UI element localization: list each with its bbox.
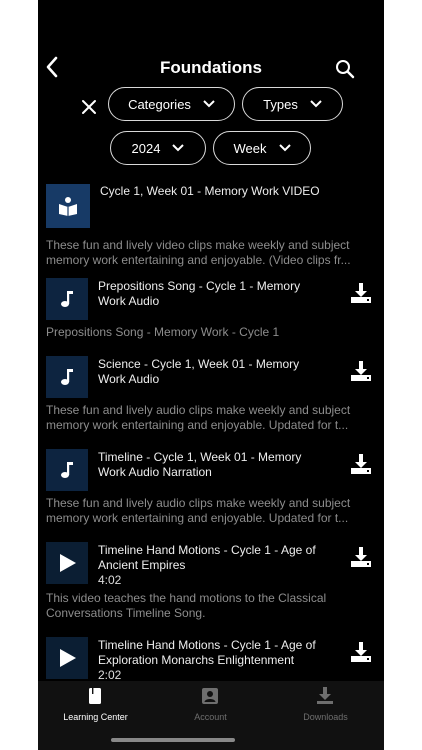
item-description: memory work entertaining and enjoyable. … bbox=[46, 418, 349, 432]
item-title: Timeline - Cycle 1, Week 01 - Memory Work… bbox=[98, 450, 302, 479]
list-item[interactable]: Science - Cycle 1, Week 01 - Memory Work … bbox=[46, 356, 376, 434]
item-title: Timeline Hand Motions - Cycle 1 - Age of… bbox=[98, 638, 316, 667]
item-description: memory work entertaining and enjoyable. … bbox=[46, 253, 351, 267]
year-filter[interactable]: 2024 bbox=[110, 131, 206, 165]
item-thumbnail bbox=[46, 184, 90, 228]
item-thumbnail bbox=[46, 356, 88, 398]
item-description: These fun and lively video clips make we… bbox=[46, 238, 350, 252]
page-title: Foundations bbox=[160, 58, 262, 77]
music-note-icon bbox=[61, 369, 73, 385]
item-thumbnail bbox=[46, 542, 88, 584]
item-thumbnail bbox=[46, 637, 88, 679]
download-icon[interactable] bbox=[350, 453, 372, 475]
item-description: Prepositions Song - Memory Work - Cycle … bbox=[46, 325, 280, 339]
list-item[interactable]: Timeline - Cycle 1, Week 01 - Memory Work… bbox=[46, 449, 376, 527]
search-icon[interactable] bbox=[334, 58, 356, 80]
downloads-icon bbox=[317, 687, 333, 704]
item-thumbnail bbox=[46, 278, 88, 320]
item-description: These fun and lively audio clips make we… bbox=[46, 403, 351, 417]
types-filter[interactable]: Types bbox=[242, 87, 343, 121]
clear-filters-icon[interactable] bbox=[78, 96, 100, 118]
item-description: This video teaches the hand motions to t… bbox=[46, 591, 327, 605]
play-icon bbox=[60, 649, 76, 667]
play-icon bbox=[60, 554, 76, 572]
tab-downloads[interactable]: Downloads bbox=[268, 681, 383, 731]
tab-account[interactable]: Account bbox=[153, 681, 268, 731]
categories-filter[interactable]: Categories bbox=[108, 87, 235, 121]
download-icon[interactable] bbox=[350, 641, 372, 663]
learning-center-icon bbox=[89, 688, 101, 704]
categories-filter-label: Categories bbox=[128, 96, 191, 112]
download-icon[interactable] bbox=[350, 546, 372, 568]
week-filter[interactable]: Week bbox=[213, 131, 311, 165]
home-indicator bbox=[111, 738, 235, 742]
chevron-down-icon bbox=[203, 100, 215, 108]
chevron-down-icon bbox=[278, 144, 291, 152]
item-duration: 4:02 bbox=[98, 573, 122, 587]
item-description: Conversations Timeline Song. bbox=[46, 606, 206, 620]
item-duration: 2:02 bbox=[98, 668, 122, 681]
music-note-icon bbox=[61, 462, 73, 478]
types-filter-label: Types bbox=[263, 96, 298, 112]
item-description: These fun and lively audio clips make we… bbox=[46, 496, 351, 510]
item-description: memory work entertaining and enjoyable. … bbox=[46, 511, 349, 525]
chevron-down-icon bbox=[310, 100, 322, 108]
week-filter-label: Week bbox=[233, 140, 267, 156]
list-item[interactable]: Timeline Hand Motions - Cycle 1 - Age of… bbox=[46, 637, 376, 681]
tab-label: Downloads bbox=[303, 712, 348, 722]
account-icon bbox=[202, 688, 218, 704]
app-screen: Foundations Categories Types 2024 Week C… bbox=[38, 0, 384, 750]
resource-list: Cycle 1, Week 01 - Memory Work VIDEO The… bbox=[38, 176, 384, 681]
item-title: Cycle 1, Week 01 - Memory Work VIDEO bbox=[100, 184, 320, 198]
download-icon[interactable] bbox=[350, 282, 372, 304]
year-filter-label: 2024 bbox=[131, 140, 161, 156]
item-title: Prepositions Song - Cycle 1 - Memory Work… bbox=[98, 279, 301, 308]
list-item[interactable]: Timeline Hand Motions - Cycle 1 - Age of… bbox=[46, 542, 376, 622]
item-thumbnail bbox=[46, 449, 88, 491]
item-title: Science - Cycle 1, Week 01 - Memory Work … bbox=[98, 357, 300, 386]
tab-label: Account bbox=[194, 712, 227, 722]
list-item[interactable]: Prepositions Song - Cycle 1 - Memory Work… bbox=[46, 278, 376, 340]
item-title: Timeline Hand Motions - Cycle 1 - Age of… bbox=[98, 543, 316, 572]
tab-learning-center[interactable]: Learning Center bbox=[38, 681, 153, 731]
music-note-icon bbox=[61, 291, 73, 307]
tab-label: Learning Center bbox=[63, 712, 128, 722]
download-icon[interactable] bbox=[350, 360, 372, 382]
book-icon bbox=[59, 197, 77, 216]
chevron-down-icon bbox=[172, 144, 185, 152]
list-item[interactable]: Cycle 1, Week 01 - Memory Work VIDEO The… bbox=[46, 183, 376, 267]
